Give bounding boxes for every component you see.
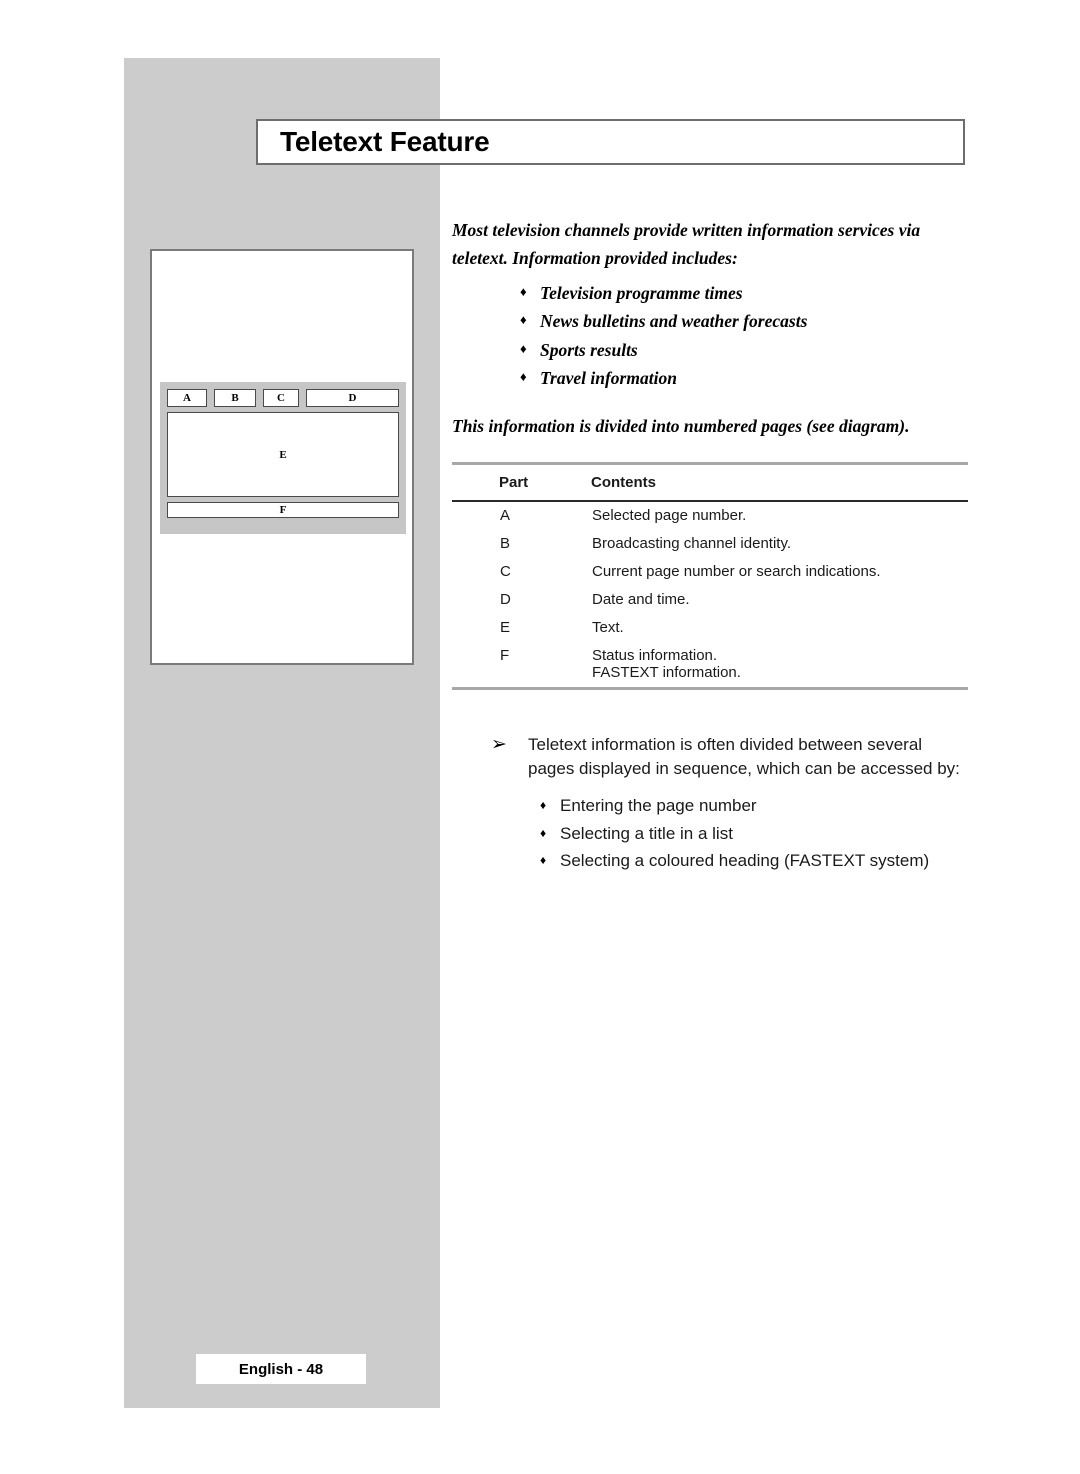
- parts-table: Part Contents A Selected page number. B …: [452, 461, 968, 690]
- cell-part: C: [500, 563, 511, 581]
- list-item: ♦ Television programme times: [452, 279, 968, 308]
- parts-table-grid: Part Contents: [452, 465, 968, 500]
- parts-table-body: A Selected page number. B Broadcasting c…: [452, 502, 968, 687]
- table-row: E Text.: [452, 614, 968, 642]
- list-item: ♦ News bulletins and weather forecasts: [452, 307, 968, 336]
- diamond-bullet-icon: ♦: [520, 283, 527, 299]
- intro-closing-paragraph: This information is divided into numbere…: [452, 415, 910, 436]
- list-item-label: News bulletins and weather forecasts: [540, 311, 808, 332]
- column-header-part: Part: [499, 473, 529, 491]
- intro-bullet-list: ♦ Television programme times ♦ News bullet…: [452, 279, 968, 393]
- cell-contents: Status information. FASTEXT information.: [592, 647, 741, 682]
- diamond-bullet-icon: ♦: [540, 853, 547, 868]
- cell-contents: Selected page number.: [592, 507, 747, 525]
- list-item: ♦ Selecting a title in a list: [452, 820, 968, 848]
- page-title-bar: Teletext Feature: [256, 119, 965, 165]
- diagram-segment-e: E: [167, 412, 399, 497]
- cell-part: A: [500, 507, 511, 525]
- diamond-bullet-icon: ♦: [540, 825, 547, 840]
- diagram-segment-c: C: [263, 389, 299, 407]
- cell-part: D: [500, 591, 511, 609]
- page-footer-label: English - 48: [238, 1360, 324, 1378]
- diagram-segment-b: B: [214, 389, 256, 407]
- page-title: Teletext Feature: [280, 126, 490, 157]
- cell-part: F: [500, 647, 510, 665]
- diamond-bullet-icon: ♦: [520, 340, 527, 356]
- list-item: ♦ Entering the page number: [452, 792, 968, 820]
- cell-part: E: [500, 619, 511, 637]
- note-paragraph: Teletext information is often divided be…: [528, 734, 960, 778]
- diagram-segment-a: A: [167, 389, 207, 407]
- list-item-label: Sports results: [540, 339, 638, 360]
- list-item-label: Selecting a title in a list: [560, 823, 733, 843]
- page-footer-badge: English - 48: [196, 1354, 366, 1384]
- intro-paragraph: Most television channels provide written…: [452, 220, 921, 269]
- cell-part: B: [500, 535, 511, 553]
- main-content: Most television channels provide written…: [452, 216, 968, 875]
- note-bullet-list: ♦ Entering the page number ♦ Selecting a t…: [452, 792, 968, 875]
- column-header-contents: Contents: [591, 473, 656, 491]
- list-item-label: Travel information: [540, 368, 677, 389]
- tv-screen-frame: A B C D E F: [160, 382, 406, 534]
- diagram-segment-d: D: [306, 389, 399, 407]
- table-row: D Date and time.: [452, 586, 968, 614]
- table-row: B Broadcasting channel identity.: [452, 530, 968, 558]
- diamond-bullet-icon: ♦: [520, 369, 527, 385]
- cell-contents: Current page number or search indication…: [592, 563, 881, 581]
- table-header-row: Part Contents: [452, 465, 968, 500]
- teletext-layout-diagram: A B C D E F: [150, 249, 414, 665]
- cell-contents: Text.: [592, 619, 624, 637]
- diamond-bullet-icon: ♦: [520, 312, 527, 328]
- list-item-label: Entering the page number: [560, 796, 757, 815]
- list-item: ♦ Travel information: [452, 364, 968, 393]
- table-row: A Selected page number.: [452, 502, 968, 530]
- diamond-bullet-icon: ♦: [540, 798, 547, 812]
- diagram-segment-f: F: [167, 502, 399, 518]
- list-item: ♦ Sports results: [452, 336, 968, 365]
- list-item: ♦ Selecting a coloured heading (FASTEXT s…: [452, 847, 968, 875]
- diagram-top-row: A B C D: [167, 389, 399, 407]
- note-paragraph-block: ➢ Teletext information is often divided …: [452, 733, 968, 781]
- table-row: F Status information. FASTEXT informatio…: [452, 642, 968, 687]
- list-item-label: Selecting a coloured heading (FASTEXT sy…: [560, 851, 930, 871]
- cell-contents: Broadcasting channel identity.: [592, 535, 792, 553]
- arrow-bullet-icon: ➢: [491, 733, 507, 755]
- cell-contents: Date and time.: [592, 591, 690, 609]
- table-row: C Current page number or search indicati…: [452, 558, 968, 586]
- list-item-label: Television programme times: [540, 282, 743, 303]
- table-bottom-rule: [452, 686, 968, 690]
